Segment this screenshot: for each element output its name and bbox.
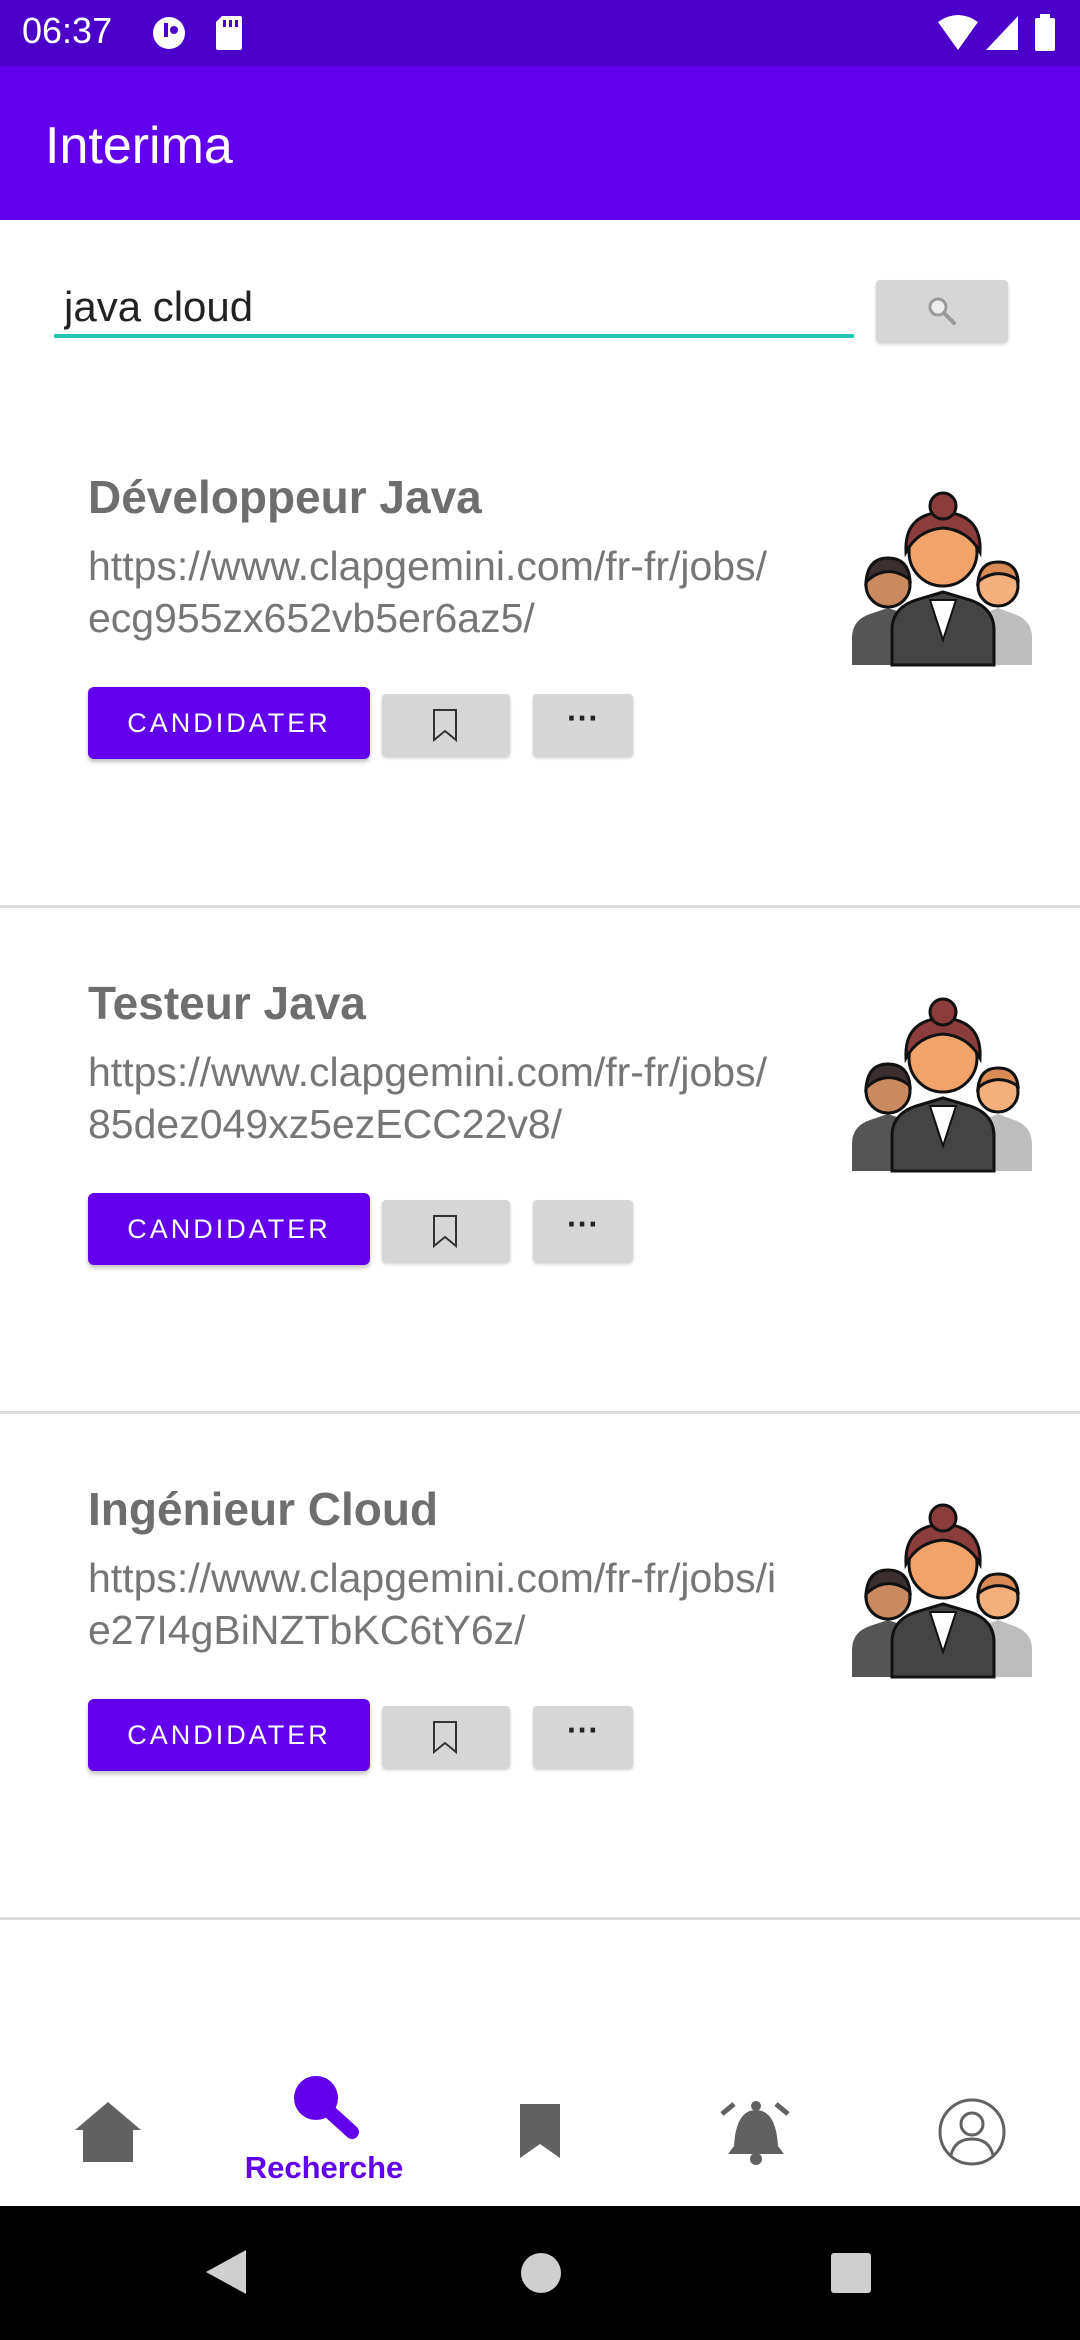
nav-home[interactable] — [0, 2060, 216, 2206]
job-card: Développeur Java https://www.clapgemini.… — [0, 400, 1080, 908]
apply-button[interactable]: CANDIDATER — [88, 1699, 370, 1771]
save-job-button[interactable] — [382, 1200, 510, 1262]
profile-icon — [938, 2098, 1006, 2166]
nav-search-label: Recherche — [244, 2150, 404, 2185]
signal-icon — [984, 14, 1020, 57]
job-url[interactable]: https://www.clapgemini.com/fr-fr/jobs/85… — [88, 1046, 788, 1150]
job-url[interactable]: https://www.clapgemini.com/fr-fr/jobs/ie… — [88, 1552, 788, 1656]
apply-button[interactable]: CANDIDATER — [88, 1193, 370, 1265]
recents-icon[interactable] — [830, 2252, 872, 2294]
bell-icon — [720, 2101, 790, 2165]
bookmark-outline-icon — [433, 1721, 457, 1754]
apply-button[interactable]: CANDIDATER — [88, 687, 370, 759]
status-time: 06:37 — [22, 10, 113, 51]
bookmark-outline-icon — [433, 1215, 457, 1248]
app-title: Interima — [45, 117, 233, 175]
team-illustration-icon — [848, 996, 1038, 1181]
job-title: Ingénieur Cloud — [88, 1483, 439, 1535]
system-navigation-bar — [0, 2206, 1080, 2340]
search-input[interactable] — [54, 280, 854, 338]
team-illustration-icon — [848, 1502, 1038, 1687]
app-bar: Interima — [0, 66, 1080, 220]
nav-notifications[interactable] — [648, 2060, 864, 2206]
search-icon — [294, 2076, 359, 2139]
search-icon — [928, 297, 956, 325]
job-url[interactable]: https://www.clapgemini.com/fr-fr/jobs/ec… — [88, 540, 788, 644]
more-options-button[interactable]: ··· — [533, 1706, 633, 1768]
job-card: Ingénieur Cloud https://www.clapgemini.c… — [0, 1412, 1080, 1920]
home-icon — [75, 2102, 141, 2162]
save-job-button[interactable] — [382, 1706, 510, 1768]
home-circle-icon[interactable] — [520, 2252, 562, 2294]
back-icon[interactable] — [204, 2248, 248, 2296]
more-options-button[interactable]: ··· — [533, 694, 633, 756]
nav-search[interactable]: Recherche — [216, 2060, 432, 2206]
status-bar: 06:37 — [0, 0, 1080, 66]
bookmark-icon — [520, 2104, 560, 2158]
nav-saved[interactable] — [432, 2060, 648, 2206]
job-title: Testeur Java — [88, 977, 366, 1029]
job-title: Développeur Java — [88, 471, 482, 523]
data-saver-icon — [150, 14, 188, 57]
nav-profile[interactable] — [864, 2060, 1080, 2206]
wifi-icon — [936, 14, 980, 57]
search-button[interactable] — [876, 280, 1008, 342]
save-job-button[interactable] — [382, 694, 510, 756]
bookmark-outline-icon — [433, 709, 457, 742]
sd-card-icon — [214, 14, 244, 57]
job-card: Testeur Java https://www.clapgemini.com/… — [0, 906, 1080, 1414]
more-options-button[interactable]: ··· — [533, 1200, 633, 1262]
team-illustration-icon — [848, 490, 1038, 675]
battery-icon — [1034, 14, 1056, 57]
bottom-navigation: Recherche — [0, 2060, 1080, 2206]
